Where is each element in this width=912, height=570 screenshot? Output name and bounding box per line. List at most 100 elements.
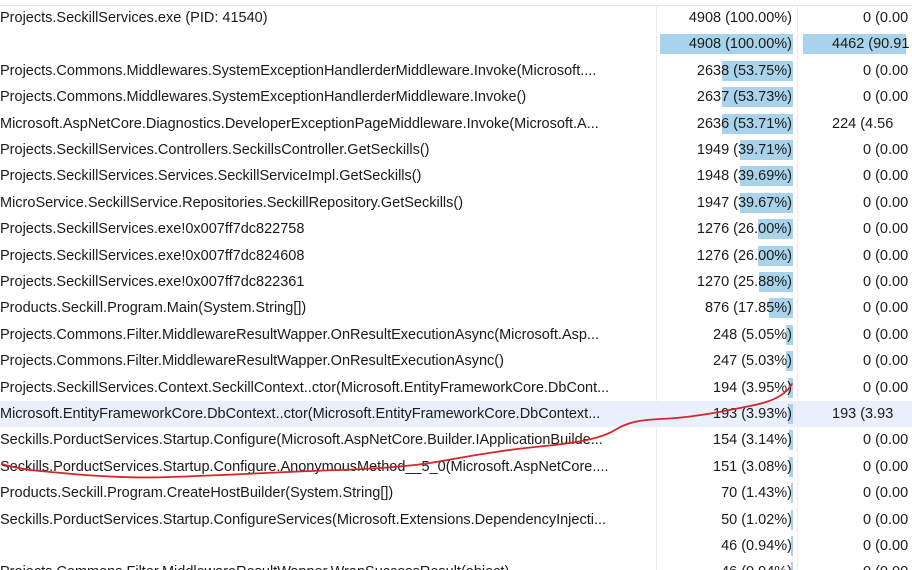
total-samples-cell: 247 (5.03%) xyxy=(660,348,793,374)
self-samples-value: 0 (0.00 xyxy=(863,10,909,26)
self-samples-cell: 0 (0.00 xyxy=(799,58,912,84)
self-samples-value: 0 (0.00 xyxy=(863,247,909,264)
self-samples-value: 0 (0.00 xyxy=(863,458,909,475)
total-samples-cell: 1948 (39.69%) xyxy=(660,163,793,189)
self-samples-cell: 0 (0.00 xyxy=(799,348,912,374)
total-samples-value: 50 (1.02%) xyxy=(721,511,792,528)
table-row[interactable]: Projects.Commons.Filter.MiddlewareResult… xyxy=(0,322,912,348)
total-samples-value: 1949 (39.71%) xyxy=(696,142,792,158)
function-name: Projects.SeckillServices.Context.Seckill… xyxy=(0,379,610,396)
function-name: Products.Seckill.Program.CreateHostBuild… xyxy=(0,485,394,502)
table-row[interactable]: MicroService.SeckillService.Repositories… xyxy=(0,190,912,216)
table-row[interactable]: Projects.Commons.Filter.MiddlewareResult… xyxy=(0,348,912,374)
function-name: Products.Seckill.Program.Main(System.Str… xyxy=(0,300,307,317)
self-samples-value: 4462 (90.91 xyxy=(832,36,910,53)
table-row[interactable]: Seckills.PorductServices.Startup.Configu… xyxy=(0,454,912,480)
total-samples-value: 2637 (53.73%) xyxy=(696,89,792,106)
self-samples-value: 0 (0.00 xyxy=(863,326,909,343)
total-samples-value: 194 (3.95%) xyxy=(713,379,792,396)
total-samples-value: 1948 (39.69%) xyxy=(696,168,792,185)
table-row[interactable]: Products.Seckill.Program.CreateHostBuild… xyxy=(0,480,912,506)
table-row[interactable]: Projects.SeckillServices.exe!0x007ff7dc8… xyxy=(0,243,912,269)
self-samples-cell: 0 (0.00 xyxy=(799,507,912,533)
total-samples-value: 1276 (26.00%) xyxy=(696,221,792,238)
table-row[interactable]: Projects.SeckillServices.exe!0x007ff7dc8… xyxy=(0,216,912,242)
total-samples-value: 70 (1.43%) xyxy=(721,485,792,502)
total-samples-value: 154 (3.14%) xyxy=(713,432,792,449)
self-samples-value: 224 (4.56 xyxy=(832,115,894,132)
total-samples-cell: 193 (3.93%) xyxy=(660,401,793,427)
table-row[interactable]: Projects.SeckillServices.exe!0x007ff7dc8… xyxy=(0,269,912,295)
self-samples-value: 0 (0.00 xyxy=(863,300,909,317)
function-name: Projects.Commons.Middlewares.SystemExcep… xyxy=(0,89,527,106)
function-name: Seckills.PorductServices.Startup.Configu… xyxy=(0,432,603,449)
table-row[interactable]: Seckills.PorductServices.Startup.Configu… xyxy=(0,507,912,533)
self-samples-value: 0 (0.00 xyxy=(863,168,909,185)
total-samples-value: 4908 (100.00%) xyxy=(688,10,792,26)
self-samples-cell: 0 (0.00 xyxy=(799,480,912,506)
self-samples-value: 0 (0.00 xyxy=(863,511,909,528)
table-row-selected[interactable]: Microsoft.EntityFrameworkCore.DbContext.… xyxy=(0,401,912,428)
total-samples-cell: 1949 (39.71%) xyxy=(660,137,793,163)
table-row[interactable]: Projects.Commons.Middlewares.SystemExcep… xyxy=(0,58,912,84)
self-samples-cell: 0 (0.00 xyxy=(799,137,912,163)
table-row[interactable]: Projects.SeckillServices.Controllers.Sec… xyxy=(0,137,912,163)
self-samples-value: 193 (3.93 xyxy=(832,406,894,422)
function-name: Seckills.PorductServices.Startup.Configu… xyxy=(0,511,607,528)
total-samples-value: 2638 (53.75%) xyxy=(696,62,792,79)
self-samples-cell: 0 (0.00 xyxy=(799,533,912,559)
self-samples-value: 0 (0.00 xyxy=(863,485,909,502)
self-samples-value: 0 (0.00 xyxy=(863,221,909,238)
self-samples-cell: 0 (0.00 xyxy=(799,190,912,216)
table-row[interactable]: Projects.Commons.Filter.MiddlewareResult… xyxy=(0,559,912,570)
table-row[interactable]: Projects.SeckillServices.Services.Seckil… xyxy=(0,163,912,189)
self-samples-cell: 224 (4.56 xyxy=(799,111,912,137)
self-samples-value: 0 (0.00 xyxy=(863,559,908,570)
function-name: Projects.SeckillServices.exe!0x007ff7dc8… xyxy=(0,274,305,290)
self-samples-cell: 0 (0.00 xyxy=(799,322,912,348)
function-name: Microsoft.AspNetCore.Diagnostics.Develop… xyxy=(0,115,599,132)
total-samples-value: 4908 (100.00%) xyxy=(688,36,792,53)
total-samples-cell: 46 (0.94%) xyxy=(660,559,793,570)
total-samples-value: 193 (3.93%) xyxy=(713,406,792,422)
function-name: MicroService.SeckillService.Repositories… xyxy=(0,194,464,211)
total-samples-value: 46 (0.94%) xyxy=(721,559,792,570)
self-samples-value: 0 (0.00 xyxy=(863,274,909,290)
table-row[interactable]: Microsoft.AspNetCore.Diagnostics.Develop… xyxy=(0,111,912,137)
function-name: Projects.Commons.Filter.MiddlewareResult… xyxy=(0,326,600,343)
function-name: Seckills.PorductServices.Startup.Configu… xyxy=(0,458,609,475)
function-name: Microsoft.EntityFrameworkCore.DbContext.… xyxy=(0,406,601,422)
table-row[interactable]: Projects.SeckillServices.Context.Seckill… xyxy=(0,375,912,401)
self-samples-value: 0 (0.00 xyxy=(863,379,909,396)
function-name xyxy=(0,533,650,559)
total-samples-value: 46 (0.94%) xyxy=(721,538,792,554)
self-samples-cell: 0 (0.00 xyxy=(799,163,912,189)
total-samples-cell: 2636 (53.71%) xyxy=(660,111,793,137)
total-samples-cell: 2637 (53.73%) xyxy=(660,84,793,110)
self-samples-cell: 0 (0.00 xyxy=(799,559,912,570)
self-samples-cell: 0 (0.00 xyxy=(799,216,912,242)
self-samples-cell: 0 (0.00 xyxy=(799,269,912,295)
total-samples-cell: 1276 (26.00%) xyxy=(660,216,793,242)
total-samples-cell: 876 (17.85%) xyxy=(660,295,793,321)
table-row[interactable]: Projects.Commons.Middlewares.SystemExcep… xyxy=(0,84,912,110)
table-row[interactable]: 4908 (100.00%) 4462 (90.91 xyxy=(0,31,912,57)
table-row[interactable]: Projects.SeckillServices.exe (PID: 41540… xyxy=(0,5,912,31)
self-samples-value: 0 (0.00 xyxy=(863,432,909,449)
total-samples-cell: 1276 (26.00%) xyxy=(660,243,793,269)
function-name: Projects.Commons.Middlewares.SystemExcep… xyxy=(0,62,597,79)
total-samples-cell: 4908 (100.00%) xyxy=(660,5,793,31)
table-row[interactable]: 46 (0.94%) 0 (0.00 xyxy=(0,533,912,559)
table-row[interactable]: Seckills.PorductServices.Startup.Configu… xyxy=(0,427,912,453)
table-row[interactable]: Products.Seckill.Program.Main(System.Str… xyxy=(0,295,912,321)
self-samples-cell: 0 (0.00 xyxy=(799,84,912,110)
total-samples-cell: 70 (1.43%) xyxy=(660,480,793,506)
self-samples-cell: 0 (0.00 xyxy=(799,5,912,31)
self-samples-cell: 0 (0.00 xyxy=(799,427,912,453)
self-samples-value: 0 (0.00 xyxy=(863,194,909,211)
total-samples-cell: 1947 (39.67%) xyxy=(660,190,793,216)
total-samples-value: 248 (5.05%) xyxy=(713,326,792,343)
function-name: Projects.SeckillServices.Services.Seckil… xyxy=(0,168,422,185)
total-samples-value: 876 (17.85%) xyxy=(704,300,792,317)
function-name: Projects.SeckillServices.exe (PID: 41540… xyxy=(0,10,268,26)
